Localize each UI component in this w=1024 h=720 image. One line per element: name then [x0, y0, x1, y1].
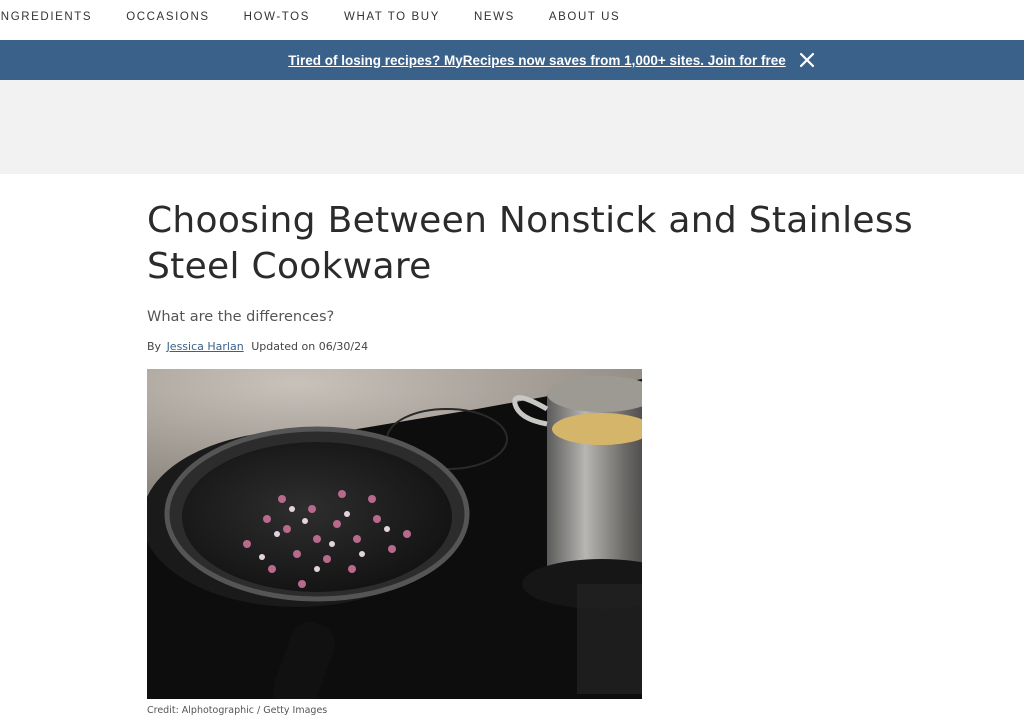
- article-subtitle: What are the differences?: [147, 309, 335, 325]
- promo-banner: Tired of losing recipes? MyRecipes now s…: [0, 40, 1024, 80]
- updated-date: Updated on 06/30/24: [251, 340, 369, 353]
- byline: By Jessica Harlan Updated on 06/30/24: [147, 340, 967, 353]
- top-navigation: INGREDIENTS OCCASIONS HOW-TOS WHAT TO BU…: [0, 0, 1024, 40]
- nav-item-what-to-buy[interactable]: WHAT TO BUY: [344, 11, 440, 23]
- promo-link[interactable]: Tired of losing recipes? MyRecipes now s…: [288, 53, 786, 68]
- title-line-1: Choosing Between Nonstick and Stainless: [147, 200, 913, 241]
- author-link[interactable]: Jessica Harlan: [167, 340, 244, 353]
- nav-item-occasions[interactable]: OCCASIONS: [126, 11, 209, 23]
- image-credit: Credit: Alphotographic / Getty Images: [147, 705, 328, 716]
- nav-item-news[interactable]: NEWS: [474, 11, 515, 23]
- nav-item-how-tos[interactable]: HOW-TOS: [244, 11, 310, 23]
- nav-menu: INGREDIENTS OCCASIONS HOW-TOS WHAT TO BU…: [0, 11, 654, 23]
- ad-placeholder: [0, 80, 1024, 174]
- hero-image: [147, 369, 642, 699]
- close-icon[interactable]: [798, 51, 816, 69]
- nav-item-ingredients[interactable]: INGREDIENTS: [0, 11, 92, 23]
- nav-item-about-us[interactable]: ABOUT US: [549, 11, 620, 23]
- article-header: Choosing Between Nonstick and Stainless …: [147, 198, 967, 353]
- byline-prefix: By: [147, 340, 162, 353]
- title-line-2: Steel Cookware: [147, 246, 432, 287]
- article-title: Choosing Between Nonstick and Stainless …: [147, 198, 967, 290]
